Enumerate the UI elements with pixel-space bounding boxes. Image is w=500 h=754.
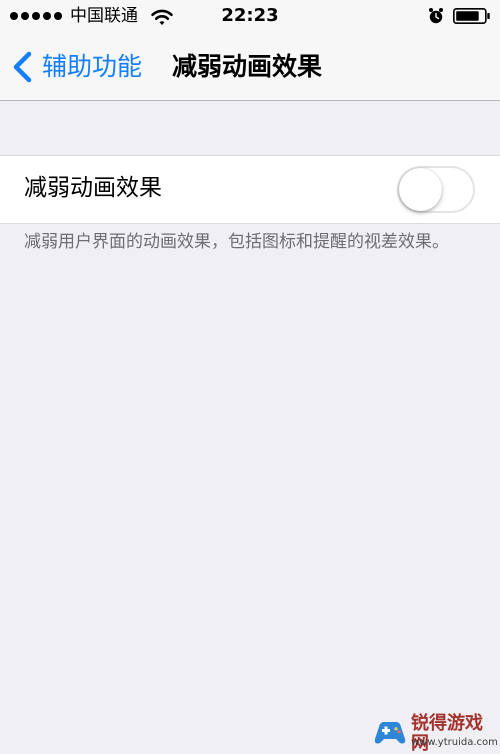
- game-controller-logo-icon: [374, 721, 406, 744]
- chevron-left-icon: [13, 51, 32, 83]
- navigation-bar: 辅助功能 减弱动画效果: [0, 34, 500, 101]
- page-title: 减弱动画效果: [172, 52, 323, 81]
- reduce-motion-description: 减弱用户界面的动画效果，包括图标和提醒的视差效果。: [24, 232, 449, 252]
- reduce-motion-toggle[interactable]: [397, 166, 475, 213]
- toggle-knob: [399, 168, 442, 211]
- reduce-motion-cell: 减弱动画效果: [0, 155, 500, 224]
- watermark: 锐得游戏网 www.ytruida.com: [372, 712, 498, 754]
- battery-icon: [453, 8, 490, 24]
- status-bar: 中国联通 22:23: [0, 0, 500, 34]
- back-button[interactable]: 辅助功能: [10, 48, 142, 86]
- watermark-url: www.ytruida.com: [411, 737, 498, 748]
- back-button-label: 辅助功能: [42, 52, 143, 81]
- alarm-icon: [429, 8, 443, 24]
- clock-time: 22:23: [221, 5, 279, 26]
- reduce-motion-label: 减弱动画效果: [24, 175, 162, 201]
